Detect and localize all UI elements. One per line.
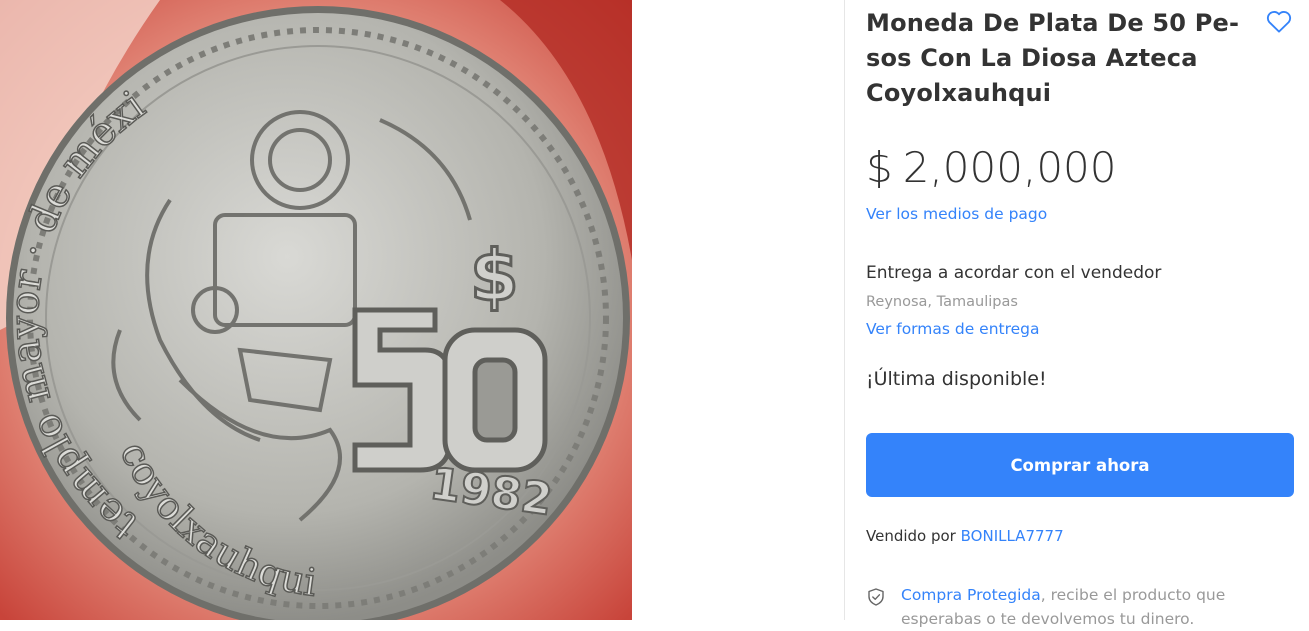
product-info-panel: Moneda De Plata De 50 Pe- sos Con La Dio… [866,0,1309,628]
coin-symbol: $ [470,235,519,317]
protection-text: Compra Protegida, recibe el producto que… [901,583,1291,631]
product-image-gallery[interactable]: $ 1982 templo mayor · de méxico coyolxau… [0,0,632,620]
shipping-options-link[interactable]: Ver formas de entrega [866,320,1040,338]
shipping-title: Entrega a acordar con el vendedor [866,263,1162,283]
product-title-line-3: Coyolxauhqui [866,79,1052,107]
shield-check-icon [866,587,886,607]
product-title-line-2: sos Con La Diosa Azteca [866,44,1198,72]
shipping-location: Reynosa, Tamaulipas [866,294,1018,310]
protected-purchase-link[interactable]: Compra Protegida [901,586,1041,604]
seller-name-link[interactable]: BONILLA7777 [961,527,1064,545]
product-title: Moneda De Plata De 50 Pe- sos Con La Dio… [866,6,1246,111]
price-amount: 2,000,000 [902,143,1117,192]
heart-outline-icon[interactable] [1264,6,1294,36]
buy-now-button[interactable]: Comprar ahora [866,433,1294,497]
coin-photo: $ 1982 templo mayor · de méxico coyolxau… [0,0,632,620]
price-currency: $ [866,143,893,192]
seller-info: Vendido por BONILLA7777 [866,527,1064,545]
stock-status: ¡Última disponible! [866,368,1047,390]
column-divider [844,0,845,620]
payment-methods-link[interactable]: Ver los medios de pago [866,205,1047,223]
product-price: $2,000,000 [866,142,1117,194]
seller-prefix: Vendido por [866,527,956,545]
product-title-line-1: Moneda De Plata De 50 Pe- [866,9,1240,37]
